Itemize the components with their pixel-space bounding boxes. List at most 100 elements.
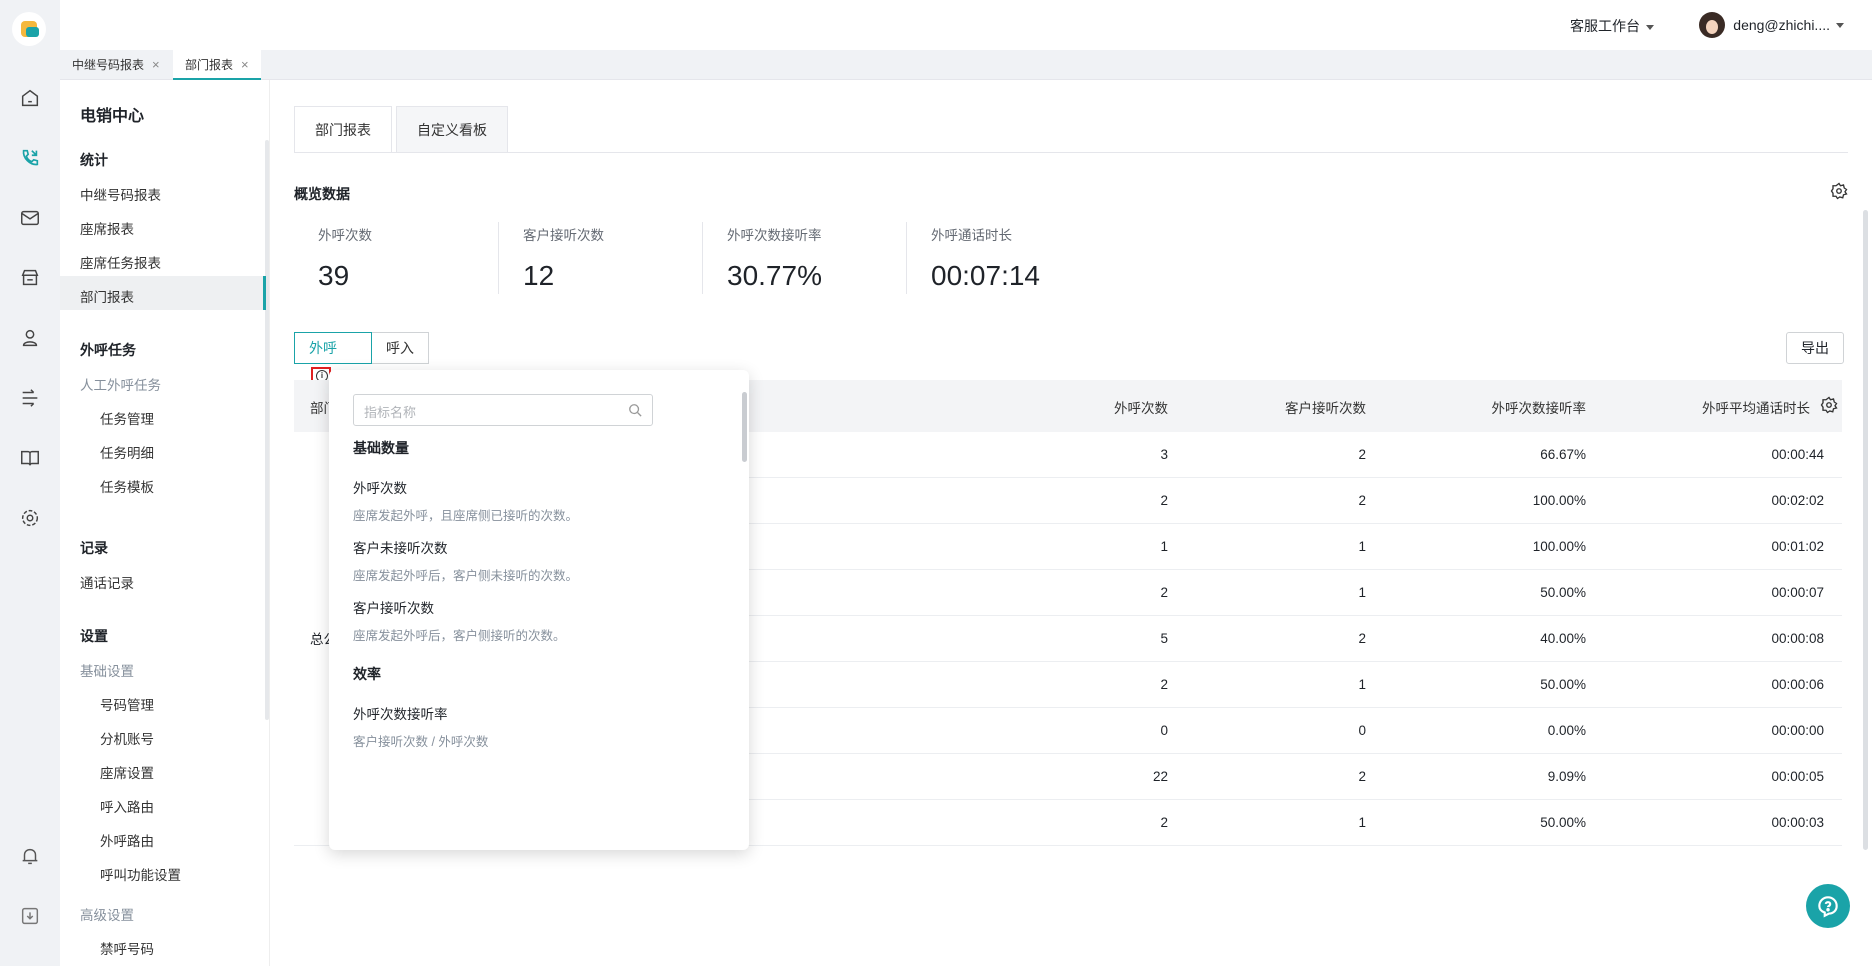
sidebar-item-agent-report[interactable]: 座席报表 <box>80 218 134 238</box>
table-row: 2024-06-062150.00%00:00:03 <box>560 800 1842 846</box>
metric-desc: 座席发起外呼后，客户侧接听的次数。 <box>353 629 566 643</box>
book-icon[interactable] <box>18 446 42 470</box>
sidebar-item-trunk-report[interactable]: 中继号码报表 <box>80 184 161 204</box>
sidebar-item-task-detail[interactable]: 任务明细 <box>100 442 154 462</box>
group-stats: 统计 <box>80 152 108 168</box>
agent-icon[interactable] <box>18 326 42 350</box>
stat-label: 外呼次数 <box>318 228 372 243</box>
cell-answered: 2 <box>1358 447 1366 462</box>
overview-title: 概览数据 <box>294 186 350 202</box>
phone-icon[interactable] <box>18 146 42 170</box>
main-scrollbar[interactable] <box>1863 210 1868 850</box>
help-button[interactable] <box>1806 884 1850 928</box>
cell-answered: 1 <box>1358 539 1366 554</box>
sidebar-item-outbound-route[interactable]: 外呼路由 <box>100 830 154 850</box>
stat-value: 00:07:14 <box>931 260 1040 291</box>
download-icon[interactable] <box>18 904 42 928</box>
gear-icon[interactable] <box>1830 182 1848 200</box>
side-nav: 电销中心 统计 中继号码报表 座席报表 座席任务报表 部门报表 外呼任务 人工外… <box>60 80 270 966</box>
metric-search-input[interactable]: 指标名称 <box>353 394 653 426</box>
table-row: 2024-06-052229.09%00:00:05 <box>560 754 1842 800</box>
mail-icon[interactable] <box>18 206 42 230</box>
cell-answered: 1 <box>1358 815 1366 830</box>
page-tab-trunk-report[interactable]: 中继号码报表 × <box>60 50 172 80</box>
home-icon[interactable] <box>18 86 42 110</box>
group-records: 记录 <box>80 540 108 556</box>
sidebar-item-call-records[interactable]: 通话记录 <box>80 572 134 592</box>
sidebar-item-call-features[interactable]: 呼叫功能设置 <box>100 864 181 884</box>
popover-scrollbar[interactable] <box>742 392 747 462</box>
stat-value: 39 <box>318 260 350 291</box>
content-tabs: 部门报表 自定义看板 <box>294 106 512 153</box>
table-row: 2 1 50.00% 00:00:06 <box>560 662 1842 708</box>
export-button[interactable]: 导出 <box>1786 332 1844 364</box>
sidebar-item-task-template[interactable]: 任务模板 <box>100 476 154 496</box>
routing-icon[interactable] <box>18 386 42 410</box>
stat-label: 客户接听次数 <box>523 228 604 243</box>
stat-value: 12 <box>523 260 555 291</box>
metric-desc: 客户接听次数 / 外呼次数 <box>353 735 489 749</box>
outbound-label: 外呼 <box>309 340 337 356</box>
cell-answered: 2 <box>1358 631 1366 646</box>
sidebar-item-agent-settings[interactable]: 座席设置 <box>100 762 154 782</box>
metric-name: 客户接听次数 <box>353 601 434 616</box>
cell-rate: 100.00% <box>1532 493 1586 508</box>
cell-avg: 00:02:02 <box>1771 493 1824 508</box>
store-icon[interactable] <box>18 266 42 290</box>
sidebar-item-number-manage[interactable]: 号码管理 <box>100 694 154 714</box>
inbound-toggle[interactable]: 呼入 <box>372 332 429 364</box>
cell-avg: 00:01:02 <box>1771 539 1824 554</box>
group-settings: 设置 <box>80 628 108 644</box>
overview-stats: 外呼次数 39 客户接听次数 12 外呼次数接听率 30.77% 外呼通话时长 … <box>294 222 1110 294</box>
th-avg: 外呼平均通话时长 <box>1702 401 1810 416</box>
app-logo[interactable] <box>12 12 46 46</box>
page-tab-dept-report[interactable]: 部门报表 × <box>173 50 261 80</box>
stat-label: 外呼次数接听率 <box>727 228 822 243</box>
cell-rate: 50.00% <box>1540 677 1586 692</box>
sidebar-item-blocked-numbers[interactable]: 禁呼号码 <box>100 938 154 958</box>
bell-icon[interactable] <box>18 844 42 868</box>
sidebar-item-extension[interactable]: 分机账号 <box>100 728 154 748</box>
cell-calls: 1 <box>1160 539 1168 554</box>
sidebar-item-inbound-route[interactable]: 呼入路由 <box>100 796 154 816</box>
chevron-down-icon <box>1646 24 1654 30</box>
sidebar-sub-basic-settings[interactable]: 基础设置 <box>80 660 134 680</box>
sidebar-item-task-manage[interactable]: 任务管理 <box>100 408 154 428</box>
top-bar: 客服工作台 deng@zhichi.... <box>60 0 1872 50</box>
table-row: 5 2 40.00% 00:00:08 <box>560 616 1842 662</box>
settings-icon[interactable] <box>18 506 42 530</box>
metric-item: 外呼次数 座席发起外呼，且座席侧已接听的次数。 <box>353 477 578 524</box>
group-basic-counts: 基础数量 <box>353 440 409 456</box>
user-menu[interactable]: deng@zhichi.... <box>1699 12 1844 38</box>
cell-avg: 00:00:07 <box>1771 585 1824 600</box>
gear-icon[interactable] <box>1820 396 1838 414</box>
sidebar-sub-advanced-settings[interactable]: 高级设置 <box>80 904 134 924</box>
sidebar-item-agent-task-report[interactable]: 座席任务报表 <box>80 252 161 272</box>
workbench-dropdown[interactable]: 客服工作台 <box>1570 16 1654 36</box>
search-placeholder: 指标名称 <box>364 405 417 420</box>
close-icon[interactable]: × <box>241 57 249 72</box>
group-outbound: 外呼任务 <box>80 342 136 358</box>
cell-rate: 40.00% <box>1540 631 1586 646</box>
cell-rate: 9.09% <box>1547 769 1586 784</box>
tab-dept-report[interactable]: 部门报表 <box>294 106 392 153</box>
table-row: 2 2 100.00% 00:02:02 <box>560 478 1842 524</box>
sidebar-item-dept-report[interactable]: 部门报表 <box>80 286 134 306</box>
chevron-down-icon <box>1836 22 1844 28</box>
sidenav-scrollbar[interactable] <box>265 140 269 720</box>
table-row: 3 2 66.67% 00:00:44 <box>560 432 1842 478</box>
th-answered: 客户接听次数 <box>1285 401 1366 416</box>
metric-desc: 座席发起外呼后，客户侧未接听的次数。 <box>353 569 579 583</box>
outbound-toggle[interactable]: 外呼 <box>294 332 372 388</box>
cell-calls: 2 <box>1160 493 1168 508</box>
close-icon[interactable]: × <box>152 57 160 72</box>
cell-avg: 00:00:05 <box>1771 769 1824 784</box>
table-row: 0 0 0.00% 00:00:00 <box>560 708 1842 754</box>
tab-custom-board[interactable]: 自定义看板 <box>396 106 508 153</box>
cell-calls: 0 <box>1160 723 1168 738</box>
cell-rate: 66.67% <box>1540 447 1586 462</box>
cell-avg: 00:00:44 <box>1771 447 1824 462</box>
cell-calls: 2 <box>1160 815 1168 830</box>
sidebar-sub-manual-outbound[interactable]: 人工外呼任务 <box>80 374 161 394</box>
metric-name: 外呼次数接听率 <box>353 707 448 722</box>
